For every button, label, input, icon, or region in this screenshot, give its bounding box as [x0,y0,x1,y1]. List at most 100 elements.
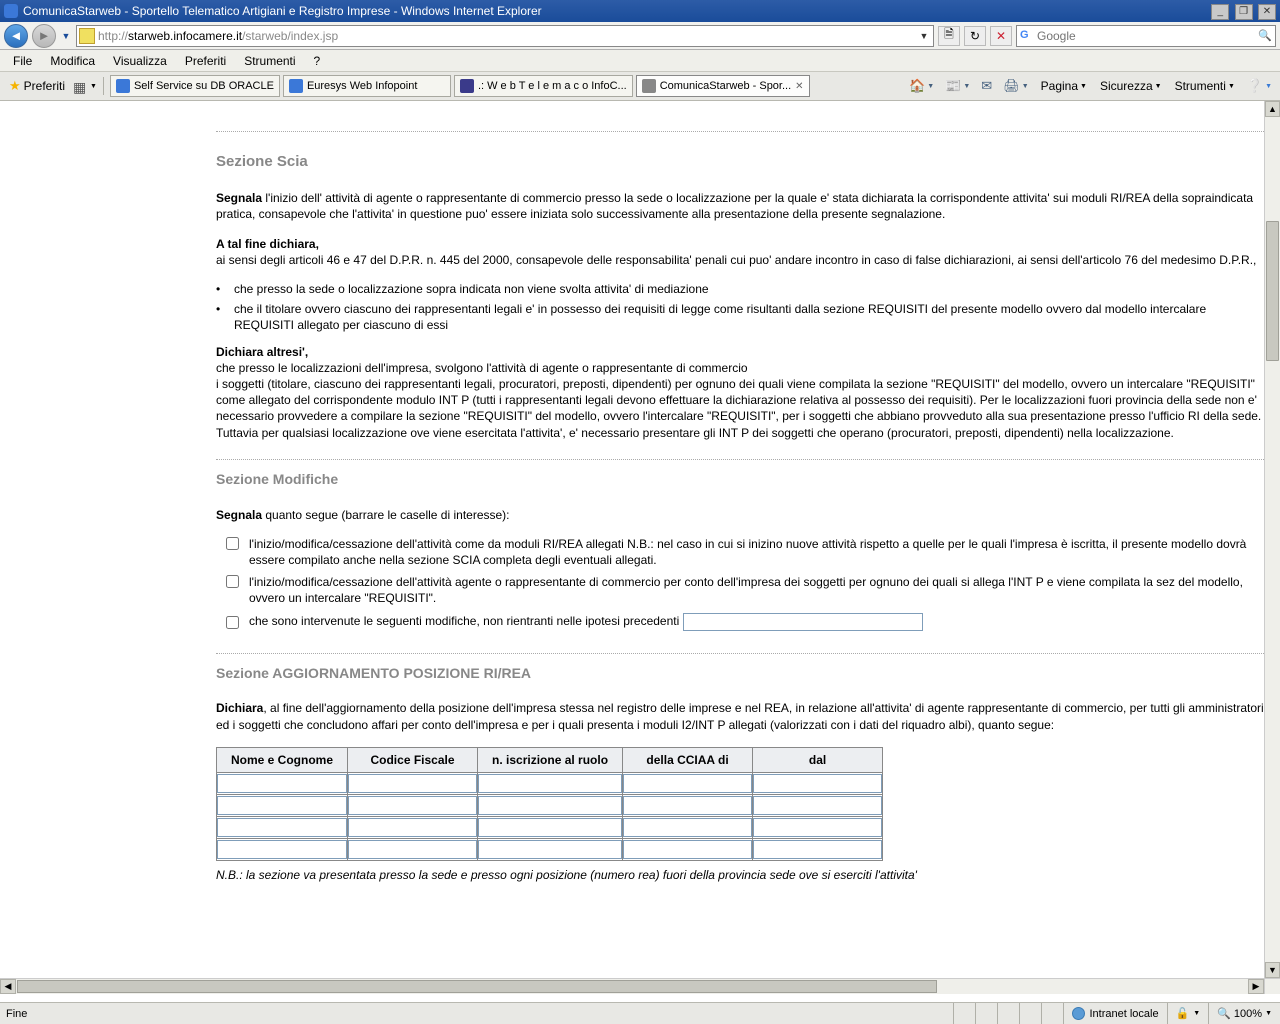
cell-input[interactable] [478,774,622,793]
nb-note: N.B.: la sezione va presentata presso la… [216,867,1264,883]
print-button[interactable]: 🖨▼ [999,76,1032,96]
zoom-control[interactable]: 🔍 100% ▼ [1208,1003,1280,1024]
cell-input[interactable] [753,818,882,837]
cell-input[interactable] [623,818,752,837]
cell-input[interactable] [623,840,752,859]
search-input[interactable] [1037,29,1258,43]
modifiche-check-3-row: che sono intervenute le seguenti modific… [216,613,1264,631]
suggested-sites-dropdown[interactable]: ▼ [90,83,97,90]
security-menu[interactable]: Sicurezza▼ [1095,77,1167,95]
forward-button[interactable]: ► [32,24,56,48]
scia-bullet-2: •che il titolare ovvero ciascuno dei rap… [216,301,1264,333]
page-menu[interactable]: Pagina▼ [1036,77,1092,95]
menu-strumenti[interactable]: Strumenti [235,51,304,71]
cell-input[interactable] [348,774,477,793]
page-icon [79,28,95,44]
nav-history-dropdown[interactable]: ▼ [60,24,72,48]
modifiche-check-1-label: l'inizio/modifica/cessazione dell'attivi… [249,536,1264,568]
table-row [217,772,883,794]
search-go-button[interactable]: 🔍 [1258,29,1272,42]
cell-input[interactable] [753,796,882,815]
close-tab-icon[interactable]: ✕ [795,81,803,92]
compat-view-button[interactable]: 🗎 [938,26,960,46]
section-modifiche-heading: Sezione Modifiche [216,470,1264,489]
favorites-toolbar: ★ Preferiti ▼ Self Service su DB ORACLE … [0,72,1280,101]
help-button[interactable]: ❔▼ [1243,76,1276,96]
tab-euresys[interactable]: Euresys Web Infopoint [283,75,451,97]
cell-input[interactable] [348,840,477,859]
site-icon [642,79,656,93]
vertical-scrollbar[interactable]: ▲ ▼ [1264,101,1280,978]
back-button[interactable]: ◄ [4,24,28,48]
magnifier-icon: 🔍 [1217,1007,1231,1020]
cell-input[interactable] [217,840,347,859]
tab-webtelemaco[interactable]: .: W e b T e l e m a c o InfoC... [454,75,633,97]
scroll-down-button[interactable]: ▼ [1265,962,1280,978]
url-text[interactable]: http://starweb.infocamere.it/starweb/ind… [98,29,917,43]
ie-icon [289,79,303,93]
globe-icon [1072,1007,1085,1020]
restore-button[interactable]: ❐ [1235,4,1253,20]
scroll-thumb[interactable] [1266,221,1279,361]
cell-input[interactable] [217,774,347,793]
mail-button[interactable]: ✉ [977,76,996,96]
scroll-left-button[interactable]: ◀ [0,979,16,994]
menu-help[interactable]: ? [305,51,330,71]
horizontal-scrollbar[interactable]: ◀ ▶ [0,978,1264,994]
suggested-sites-icon[interactable] [73,79,87,93]
lock-icon: 🔓 [1176,1007,1190,1020]
menu-file[interactable]: File [4,51,41,71]
scroll-right-button[interactable]: ▶ [1248,979,1264,994]
modifiche-other-input[interactable] [683,613,923,631]
protected-mode-cell[interactable]: 🔓▼ [1167,1003,1209,1024]
menu-modifica[interactable]: Modifica [41,51,104,71]
cell-input[interactable] [753,840,882,859]
modifiche-segnala-text: Segnala quanto segue (barrare le caselle… [216,507,1264,523]
modifiche-check-2[interactable] [226,575,239,588]
page-content: Sezione Scia Segnala l'inizio dell' atti… [0,101,1264,978]
section-aggiornamento-heading: Sezione AGGIORNAMENTO POSIZIONE RI/REA [216,664,1264,683]
modifiche-check-1[interactable] [226,537,239,550]
cell-input[interactable] [623,796,752,815]
tools-menu[interactable]: Strumenti▼ [1170,77,1240,95]
menu-visualizza[interactable]: Visualizza [104,51,176,71]
modifiche-check-2-row: l'inizio/modifica/cessazione dell'attivi… [216,574,1264,606]
cell-input[interactable] [753,774,882,793]
scroll-up-button[interactable]: ▲ [1265,101,1280,117]
stop-button[interactable]: ✕ [990,26,1012,46]
tab-self-service[interactable]: Self Service su DB ORACLE [110,75,280,97]
table-row [217,816,883,838]
aggiornamento-dichiara-text: Dichiara, al fine dell'aggiornamento del… [216,700,1264,732]
scroll-thumb-h[interactable] [17,980,937,993]
refresh-button[interactable]: ↻ [964,26,986,46]
th-dal: dal [753,747,883,772]
menu-preferiti[interactable]: Preferiti [176,51,235,71]
cell-input[interactable] [478,840,622,859]
status-text: Fine [0,1008,953,1020]
modifiche-check-2-label: l'inizio/modifica/cessazione dell'attivi… [249,574,1264,606]
feeds-button[interactable]: 📰▼ [941,76,974,96]
cell-input[interactable] [217,796,347,815]
tab-comunicastarweb[interactable]: ComunicaStarweb - Spor...✕ [636,75,810,97]
search-box[interactable]: 🔍 [1016,25,1276,47]
cell-input[interactable] [348,818,477,837]
address-bar[interactable]: http://starweb.infocamere.it/starweb/ind… [76,25,934,47]
window-title: ComunicaStarweb - Sportello Telematico A… [23,4,542,18]
cell-input[interactable] [478,796,622,815]
cell-input[interactable] [348,796,477,815]
cell-input[interactable] [217,818,347,837]
home-button[interactable]: 🏠▼ [905,76,938,96]
table-row [217,794,883,816]
modifiche-check-3[interactable] [226,616,239,629]
ie-icon [4,4,18,18]
cell-input[interactable] [478,818,622,837]
address-dropdown[interactable]: ▼ [917,31,931,41]
address-bar-row: ◄ ► ▼ http://starweb.infocamere.it/starw… [0,22,1280,50]
status-bar: Fine Intranet locale 🔓▼ 🔍 100% ▼ [0,1002,1280,1024]
minimize-button[interactable]: _ [1211,4,1229,20]
status-cell [953,1003,975,1024]
cell-input[interactable] [623,774,752,793]
modifiche-check-3-label: che sono intervenute le seguenti modific… [249,613,679,629]
close-button[interactable]: ✕ [1258,4,1276,20]
favorites-button[interactable]: ★ Preferiti [4,76,70,96]
